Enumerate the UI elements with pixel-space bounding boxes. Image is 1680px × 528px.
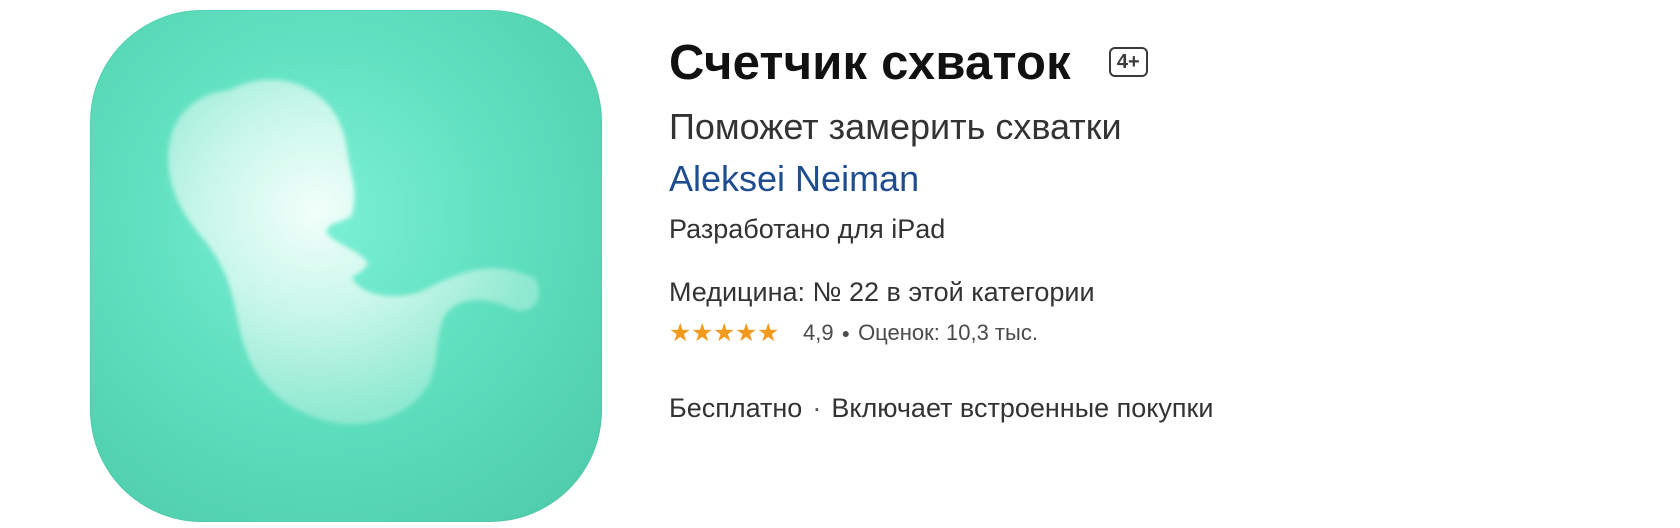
app-info: Счетчик схваток 4+ Поможет замерить схва…	[669, 28, 1649, 424]
price-label: Бесплатно	[669, 393, 803, 423]
rating-value: 4,9	[803, 319, 834, 345]
star-icon: ★	[757, 318, 780, 347]
category-rank[interactable]: Медицина: № 22 в этой категории	[669, 277, 1649, 308]
star-icon: ★	[669, 318, 692, 347]
in-app-purchases-label: Включает встроенные покупки	[831, 393, 1214, 423]
title-row: Счетчик схваток 4+	[669, 28, 1649, 98]
star-rating: ★ ★ ★ ★ ★	[669, 318, 779, 347]
bullet-separator: ●	[841, 324, 851, 341]
designed-for-label: Разработано для iPad	[669, 214, 946, 244]
star-icon: ★	[735, 318, 758, 347]
rating-row: ★ ★ ★ ★ ★ 4,9 ● Оценок: 10,3 тыс.	[669, 318, 1649, 347]
embryo-icon	[168, 79, 539, 425]
star-icon: ★	[713, 318, 736, 347]
age-rating-badge: 4+	[1108, 47, 1148, 77]
star-icon: ★	[691, 318, 714, 347]
app-title: Счетчик схваток	[669, 36, 1071, 90]
app-icon	[90, 10, 602, 522]
rating-count: Оценок: 10,3 тыс.	[858, 319, 1038, 345]
app-subtitle: Поможет замерить схватки	[669, 106, 1122, 147]
middle-dot-separator: ·	[812, 393, 822, 423]
price-row: Бесплатно · Включает встроенные покупки	[669, 393, 1649, 424]
developer-link[interactable]: Aleksei Neiman	[669, 158, 1649, 200]
